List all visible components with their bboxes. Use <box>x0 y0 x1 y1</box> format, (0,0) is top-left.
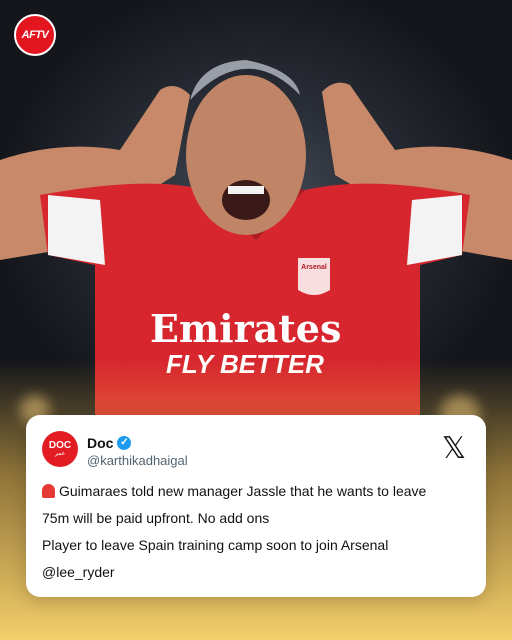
author-row: Doc ✓ <box>87 435 132 451</box>
tweet-line: Player to leave Spain training camp soon… <box>42 537 389 553</box>
verified-badge-icon: ✓ <box>117 436 132 450</box>
avatar-text: DOC <box>48 439 72 451</box>
user-handle[interactable]: @karthikadhaigal <box>87 453 188 468</box>
tweet-body: Guimaraes told new manager Jassle that h… <box>42 481 470 589</box>
x-logo-icon[interactable]: 𝕏 <box>440 434 468 464</box>
avatar[interactable]: DOC عمر <box>42 431 78 467</box>
tweet-line: Guimaraes told new manager Jassle that h… <box>42 481 470 508</box>
crest-label: Arsenal <box>301 264 327 271</box>
siren-icon <box>42 484 55 498</box>
tweet-card: DOC عمر Doc ✓ @karthikadhaigal 𝕏 Guimara… <box>26 415 486 597</box>
mention-link[interactable]: @lee_ryder <box>42 562 470 589</box>
tweet-line: 75m will be paid upfront. No add ons <box>42 510 270 526</box>
avatar-subtext: عمر <box>54 450 66 457</box>
display-name[interactable]: Doc <box>87 435 113 451</box>
aftv-logo: AFTV <box>14 14 56 56</box>
